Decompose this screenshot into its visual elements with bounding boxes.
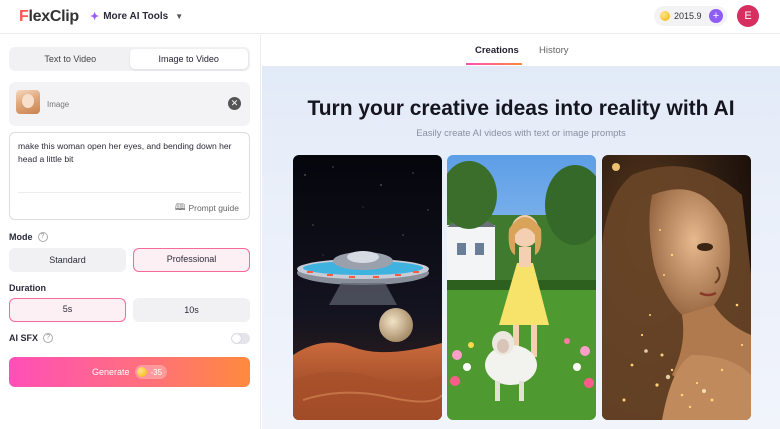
duration-section-label: Duration: [9, 283, 46, 293]
generate-button[interactable]: Generate -35: [9, 357, 250, 387]
tab-history[interactable]: History: [539, 45, 569, 56]
ai-sfx-toggle[interactable]: [231, 333, 250, 344]
close-icon: ✕: [230, 98, 239, 108]
girl-with-lamb-image[interactable]: [447, 155, 596, 420]
duration-10s-button[interactable]: 10s: [133, 298, 250, 322]
prompt-textarea[interactable]: make this woman open her eyes, and bendi…: [18, 140, 238, 166]
duration-5s-button[interactable]: 5s: [9, 298, 126, 322]
coin-icon: [660, 11, 670, 21]
coin-icon: [137, 367, 148, 377]
uploaded-image-card[interactable]: Image ✕: [9, 82, 250, 126]
more-ai-tools-menu[interactable]: ✦ More AI Tools ▼: [90, 10, 183, 23]
glowing-portrait-illustration: [602, 155, 751, 420]
ufo-over-desert-image[interactable]: [293, 155, 442, 420]
showcase-panel: Creations History Turn your creative ide…: [262, 35, 780, 429]
add-credits-button[interactable]: +: [709, 9, 723, 23]
credits-balance[interactable]: 2015.9 +: [654, 6, 727, 26]
generate-label: Generate: [91, 367, 130, 377]
mode-standard-button[interactable]: Standard: [9, 248, 126, 272]
glowing-woman-portrait-image[interactable]: [602, 155, 751, 420]
generate-cost-badge: -35: [135, 365, 168, 379]
creations-history-tabs: Creations History: [262, 35, 780, 66]
prompt-guide-button[interactable]: 🕮 Prompt guide: [175, 200, 239, 216]
mode-professional-button[interactable]: Professional: [133, 248, 250, 272]
prompt-guide-label: Prompt guide: [188, 203, 239, 213]
mode-section-label: Mode ?: [9, 232, 48, 242]
credits-value: 2015.9: [674, 11, 702, 21]
prompt-divider: [18, 192, 241, 193]
uploaded-image-thumbnail: [16, 90, 40, 114]
tab-text-to-video[interactable]: Text to Video: [11, 49, 130, 69]
girl-lamb-illustration: [447, 155, 596, 420]
ufo-scene-illustration: [293, 155, 442, 420]
mode-tabs: Text to Video Image to Video: [9, 47, 250, 71]
page-subheadline: Easily create AI videos with text or ima…: [416, 128, 626, 139]
remove-image-button[interactable]: ✕: [228, 97, 241, 110]
generation-panel: Text to Video Image to Video Image ✕ mak…: [0, 35, 261, 429]
active-tab-indicator: [466, 63, 522, 65]
ai-sfx-label: AI SFX ?: [9, 333, 54, 343]
tab-creations[interactable]: Creations: [475, 45, 519, 56]
tab-image-to-video[interactable]: Image to Video: [129, 49, 248, 69]
more-ai-tools-label: More AI Tools: [103, 11, 169, 22]
help-icon[interactable]: ?: [37, 232, 48, 242]
book-icon: 🕮: [174, 202, 186, 212]
chevron-down-icon: ▼: [175, 12, 184, 21]
image-label: Image: [47, 100, 70, 109]
top-bar: FlexClip ✦ More AI Tools ▼ 2015.9 + E: [0, 0, 780, 34]
prompt-box[interactable]: make this woman open her eyes, and bendi…: [9, 132, 250, 220]
user-avatar[interactable]: E: [737, 5, 759, 27]
help-icon[interactable]: ?: [43, 333, 54, 343]
sparkle-icon: ✦: [90, 11, 100, 23]
page-headline: Turn your creative ideas into reality wi…: [307, 97, 735, 120]
flexclip-logo[interactable]: FlexClip: [19, 8, 79, 26]
